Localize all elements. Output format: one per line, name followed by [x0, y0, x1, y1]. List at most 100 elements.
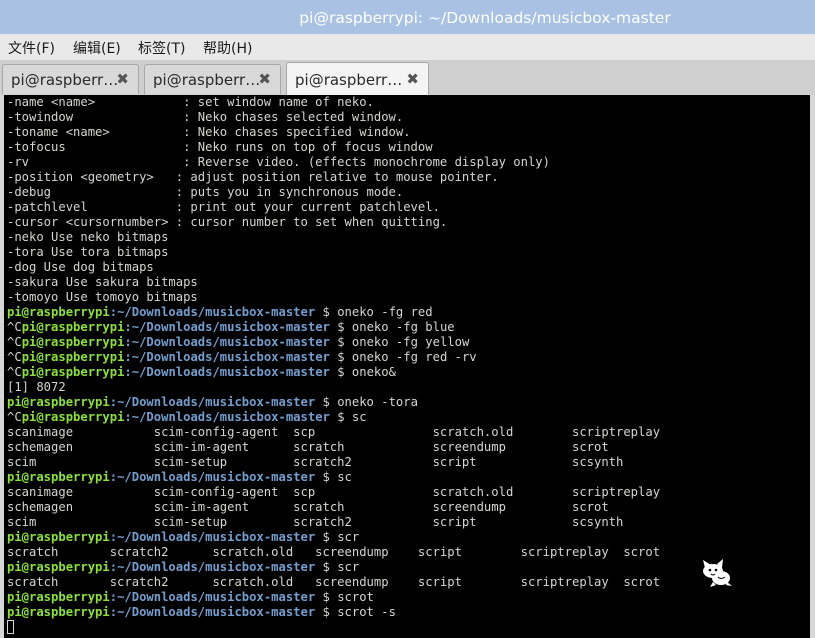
- output-text: schemagen scim-im-agent scratch screendu…: [7, 440, 609, 454]
- output-text: -position <geometry> : adjust position r…: [7, 170, 499, 184]
- output-line: -position <geometry> : adjust position r…: [7, 170, 660, 185]
- output-line: scratch scratch2 scratch.old screendump …: [7, 545, 660, 560]
- output-text: -sakura Use sakura bitmaps: [7, 275, 198, 289]
- command-text: sc: [337, 470, 352, 484]
- prompt-line: ^Cpi@raspberrypi:~/Downloads/musicbox-ma…: [7, 350, 660, 365]
- prompt-user-host: pi@raspberrypi: [21, 410, 125, 424]
- prompt-symbol: $: [329, 335, 352, 349]
- output-text: -toname <name> : Neko chases specified w…: [7, 125, 411, 139]
- prompt-line: pi@raspberrypi:~/Downloads/musicbox-mast…: [7, 560, 660, 575]
- terminal-area[interactable]: -name <name> : set window name of neko. -…: [4, 95, 810, 638]
- tab-label: pi@raspberr…: [295, 71, 403, 89]
- output-line: -debug : puts you in synchronous mode.: [7, 185, 660, 200]
- prompt-symbol: $: [315, 395, 338, 409]
- command-text: scrot: [337, 590, 374, 604]
- prompt-line: ^Cpi@raspberrypi:~/Downloads/musicbox-ma…: [7, 410, 660, 425]
- output-line: -rv : Reverse video. (effects monochrome…: [7, 155, 660, 170]
- prompt-path: :~/Downloads/musicbox-master: [124, 365, 330, 379]
- output-line: -towindow : Neko chases selected window.: [7, 110, 660, 125]
- prompt-user-host: pi@raspberrypi: [7, 395, 110, 409]
- tab-terminal-1[interactable]: pi@raspberr… ✖: [2, 64, 139, 94]
- prompt-user-host: pi@raspberrypi: [21, 365, 125, 379]
- ctrl-c-echo: ^C: [7, 410, 22, 424]
- ctrl-c-echo: ^C: [7, 320, 22, 334]
- prompt-line: pi@raspberrypi:~/Downloads/musicbox-mast…: [7, 305, 660, 320]
- prompt-line: ^Cpi@raspberrypi:~/Downloads/musicbox-ma…: [7, 320, 660, 335]
- output-line: -dog Use dog bitmaps: [7, 260, 660, 275]
- prompt-symbol: $: [329, 350, 352, 364]
- command-text: oneko -fg blue: [351, 320, 455, 334]
- prompt-path: :~/Downloads/musicbox-master: [124, 320, 330, 334]
- prompt-symbol: $: [329, 320, 352, 334]
- output-text: -tomoyo Use tomoyo bitmaps: [7, 290, 198, 304]
- tab-terminal-2[interactable]: pi@raspberr… ✖: [144, 64, 281, 94]
- output-line: schemagen scim-im-agent scratch screendu…: [7, 440, 660, 455]
- command-text: oneko&: [351, 365, 396, 379]
- prompt-path: :~/Downloads/musicbox-master: [109, 560, 316, 574]
- output-text: -patchlevel : print out your current pat…: [7, 200, 440, 214]
- prompt-line: pi@raspberrypi:~/Downloads/musicbox-mast…: [7, 530, 660, 545]
- output-line: -neko Use neko bitmaps: [7, 230, 660, 245]
- menu-file[interactable]: 文件(F): [8, 38, 55, 58]
- prompt-symbol: $: [329, 365, 352, 379]
- output-text: -cursor <cursornumber> : cursor number t…: [7, 215, 448, 229]
- tab-label: pi@raspberr…: [11, 71, 119, 89]
- command-text: oneko -fg red: [337, 305, 433, 319]
- prompt-symbol: $: [329, 410, 352, 424]
- output-line: schemagen scim-im-agent scratch screendu…: [7, 500, 660, 515]
- output-line: [1] 8072: [7, 380, 660, 395]
- output-text: -neko Use neko bitmaps: [7, 230, 169, 244]
- neko-cat-icon: [703, 559, 732, 587]
- command-text: oneko -fg red -rv: [351, 350, 477, 364]
- command-text: oneko -fg yellow: [351, 335, 470, 349]
- output-line: -toname <name> : Neko chases specified w…: [7, 125, 660, 140]
- menu-tabs[interactable]: 标签(T): [138, 38, 185, 58]
- output-line: scanimage scim-config-agent scp scratch.…: [7, 485, 660, 500]
- command-text: scr: [337, 560, 360, 574]
- text-cursor: [7, 620, 14, 634]
- ctrl-c-echo: ^C: [7, 365, 22, 379]
- prompt-user-host: pi@raspberrypi: [7, 590, 110, 604]
- menu-help[interactable]: 帮助(H): [203, 38, 252, 58]
- output-text: -debug : puts you in synchronous mode.: [7, 185, 404, 199]
- close-icon[interactable]: ✖: [406, 70, 419, 88]
- output-text: schemagen scim-im-agent scratch screendu…: [7, 500, 609, 514]
- prompt-user-host: pi@raspberrypi: [7, 560, 110, 574]
- prompt-symbol: $: [315, 605, 338, 619]
- output-line: scanimage scim-config-agent scp scratch.…: [7, 425, 660, 440]
- menu-bar: 文件(F) 编辑(E) 标签(T) 帮助(H): [0, 34, 815, 60]
- window-titlebar[interactable]: pi@raspberrypi: ~/Downloads/musicbox-mas…: [0, 0, 815, 34]
- prompt-symbol: $: [315, 470, 338, 484]
- output-line: -tomoyo Use tomoyo bitmaps: [7, 290, 660, 305]
- prompt-path: :~/Downloads/musicbox-master: [124, 335, 330, 349]
- tab-label: pi@raspberr…: [153, 71, 261, 89]
- output-line: scim scim-setup scratch2 script scsynth: [7, 455, 660, 470]
- tab-bar: pi@raspberr… ✖ pi@raspberr… ✖ pi@raspber…: [0, 60, 815, 95]
- prompt-user-host: pi@raspberrypi: [21, 350, 125, 364]
- prompt-user-host: pi@raspberrypi: [21, 335, 125, 349]
- command-text: scrot -s: [337, 605, 396, 619]
- prompt-symbol: $: [315, 530, 338, 544]
- prompt-path: :~/Downloads/musicbox-master: [109, 605, 316, 619]
- prompt-path: :~/Downloads/musicbox-master: [109, 470, 316, 484]
- command-text: oneko -tora: [337, 395, 418, 409]
- output-text: scim scim-setup scratch2 script scsynth: [7, 515, 624, 529]
- output-line: -cursor <cursornumber> : cursor number t…: [7, 215, 660, 230]
- prompt-symbol: $: [315, 590, 338, 604]
- output-text: scim scim-setup scratch2 script scsynth: [7, 455, 624, 469]
- command-text: scr: [337, 530, 360, 544]
- output-text: scratch scratch2 scratch.old screendump …: [7, 575, 661, 589]
- prompt-user-host: pi@raspberrypi: [7, 605, 110, 619]
- prompt-path: :~/Downloads/musicbox-master: [109, 530, 316, 544]
- menu-edit[interactable]: 编辑(E): [73, 38, 121, 58]
- output-line: -name <name> : set window name of neko.: [7, 95, 660, 110]
- close-icon[interactable]: ✖: [258, 70, 271, 88]
- tab-terminal-3-active[interactable]: pi@raspberr… ✖: [286, 62, 429, 95]
- prompt-line: ^Cpi@raspberrypi:~/Downloads/musicbox-ma…: [7, 335, 660, 350]
- output-text: scanimage scim-config-agent scp scratch.…: [7, 485, 661, 499]
- prompt-user-host: pi@raspberrypi: [7, 470, 110, 484]
- prompt-user-host: pi@raspberrypi: [7, 530, 110, 544]
- close-icon[interactable]: ✖: [116, 70, 129, 88]
- terminal-output: -name <name> : set window name of neko. -…: [7, 95, 660, 635]
- prompt-line: pi@raspberrypi:~/Downloads/musicbox-mast…: [7, 590, 660, 605]
